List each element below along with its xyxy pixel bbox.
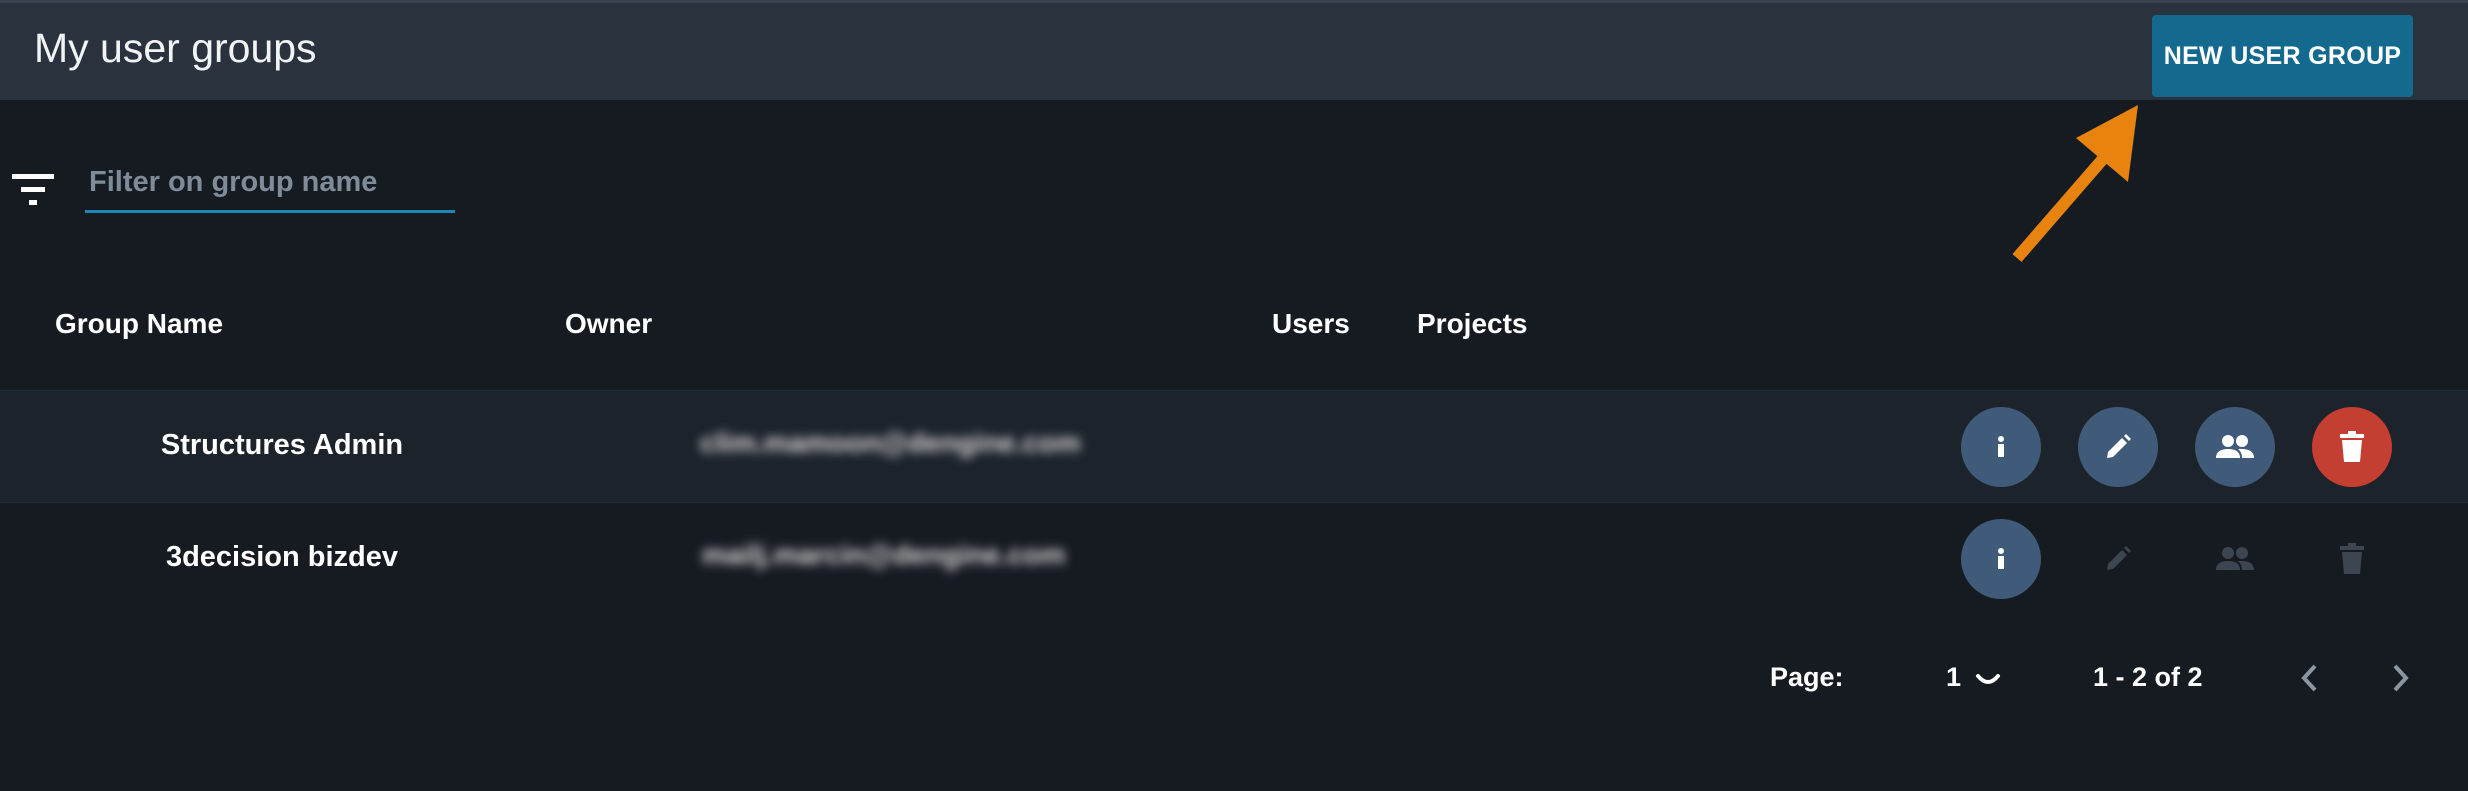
info-icon xyxy=(1998,548,2004,569)
manage-users-button xyxy=(2195,519,2275,599)
delete-group-button[interactable] xyxy=(2312,407,2392,487)
filter-icon[interactable] xyxy=(10,172,56,208)
pencil-icon xyxy=(2107,434,2131,458)
group-icon xyxy=(2216,435,2254,458)
info-icon xyxy=(1998,436,2004,457)
group-name-cell: Structures Admin xyxy=(160,429,404,461)
chevron-down-icon[interactable] xyxy=(1975,670,2001,690)
group-icon xyxy=(2216,547,2254,570)
table-row: 3decision bizdev mailj.marcin@dengine.co… xyxy=(0,502,2468,615)
page-select[interactable]: 1 xyxy=(1946,662,1961,693)
info-button[interactable] xyxy=(1961,407,2041,487)
owner-cell: mailj.marcin@dengine.com xyxy=(702,539,1066,570)
column-header-projects[interactable]: Projects xyxy=(1417,308,1528,340)
table-row: Structures Admin clim.mamoon@dengine.com xyxy=(0,390,2468,503)
chevron-left-icon[interactable] xyxy=(2295,660,2325,696)
new-user-group-button[interactable]: NEW USER GROUP xyxy=(2152,15,2413,97)
group-name-filter-input[interactable] xyxy=(85,155,455,213)
pager-label: Page: xyxy=(1770,662,1844,692)
page-title: My user groups xyxy=(34,25,317,71)
owner-cell: clim.mamoon@dengine.com xyxy=(700,427,1081,458)
page-header: My user groups NEW USER GROUP xyxy=(0,0,2468,100)
annotation-arrow xyxy=(2012,105,2138,262)
info-button[interactable] xyxy=(1961,519,2041,599)
trash-icon xyxy=(2340,543,2364,574)
edit-group-button[interactable] xyxy=(2078,407,2158,487)
column-header-owner[interactable]: Owner xyxy=(565,308,652,340)
edit-group-button xyxy=(2078,519,2158,599)
pager-range: 1 - 2 of 2 xyxy=(2093,662,2203,692)
pencil-icon xyxy=(2107,546,2131,570)
column-header-group-name[interactable]: Group Name xyxy=(55,308,223,340)
group-name-cell: 3decision bizdev xyxy=(165,541,399,573)
chevron-right-icon[interactable] xyxy=(2385,660,2415,696)
delete-group-button xyxy=(2312,519,2392,599)
trash-icon xyxy=(2340,431,2364,462)
column-header-users[interactable]: Users xyxy=(1272,308,1350,340)
manage-users-button[interactable] xyxy=(2195,407,2275,487)
